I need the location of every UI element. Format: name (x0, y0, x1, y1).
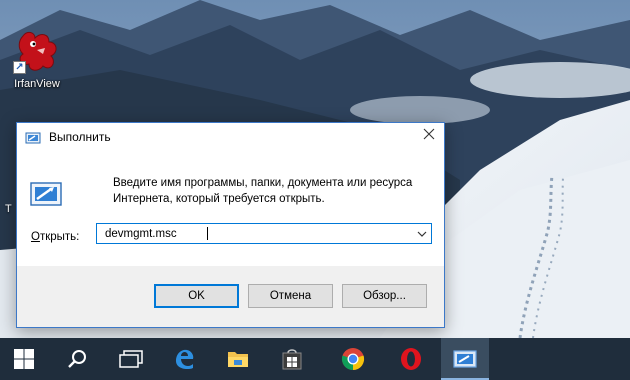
dialog-titlebar[interactable]: Выполнить (17, 123, 444, 152)
run-icon (453, 350, 477, 368)
search-button[interactable] (53, 338, 101, 380)
close-button[interactable] (414, 123, 444, 145)
run-dialog: Выполнить Введите имя программы, папки, … (16, 122, 445, 328)
taskbar-edge[interactable] (160, 338, 208, 380)
dialog-description: Введите имя программы, папки, документа … (113, 177, 413, 205)
file-explorer-icon (228, 352, 248, 367)
open-combobox[interactable] (96, 223, 432, 244)
task-view-icon (119, 350, 143, 368)
dropdown-button[interactable] (413, 224, 431, 243)
windows-start-icon (14, 349, 34, 369)
run-icon (25, 130, 41, 146)
ok-button[interactable]: OK (154, 284, 239, 308)
dialog-footer: OK Отмена Обзор... (17, 266, 444, 327)
taskbar-store[interactable] (268, 338, 316, 380)
opera-icon (401, 348, 421, 370)
desktop-shortcut-irfanview[interactable]: ↗ IrfanView (4, 26, 70, 104)
edge-icon (176, 349, 194, 369)
start-button[interactable] (0, 338, 48, 380)
cancel-button[interactable]: Отмена (248, 284, 333, 308)
open-label-mnemonic: О (31, 231, 40, 243)
taskbar-run[interactable] (441, 338, 489, 380)
close-icon (423, 128, 435, 140)
run-program-icon (29, 179, 63, 209)
dialog-content: Введите имя программы, папки, документа … (17, 152, 444, 266)
text-caret (207, 227, 208, 240)
browse-button[interactable]: Обзор... (342, 284, 427, 308)
search-icon (68, 350, 86, 368)
taskbar-chrome[interactable] (329, 338, 377, 380)
desktop-partial-label: T (5, 203, 12, 215)
chrome-icon (341, 348, 365, 371)
task-view-button[interactable] (107, 338, 155, 380)
taskbar-opera[interactable] (387, 338, 435, 380)
dialog-title: Выполнить (49, 130, 111, 144)
taskbar-file-explorer[interactable] (214, 338, 262, 380)
shortcut-label: IrfanView (14, 78, 60, 90)
irfanview-icon: ↗ (13, 26, 61, 74)
open-label-text: ткрыть: (39, 231, 80, 243)
open-label: Открыть: (31, 231, 79, 243)
store-icon (282, 349, 302, 370)
chevron-down-icon (417, 231, 427, 237)
open-input[interactable] (97, 224, 407, 243)
taskbar (0, 338, 630, 380)
shortcut-arrow-icon: ↗ (13, 61, 26, 74)
